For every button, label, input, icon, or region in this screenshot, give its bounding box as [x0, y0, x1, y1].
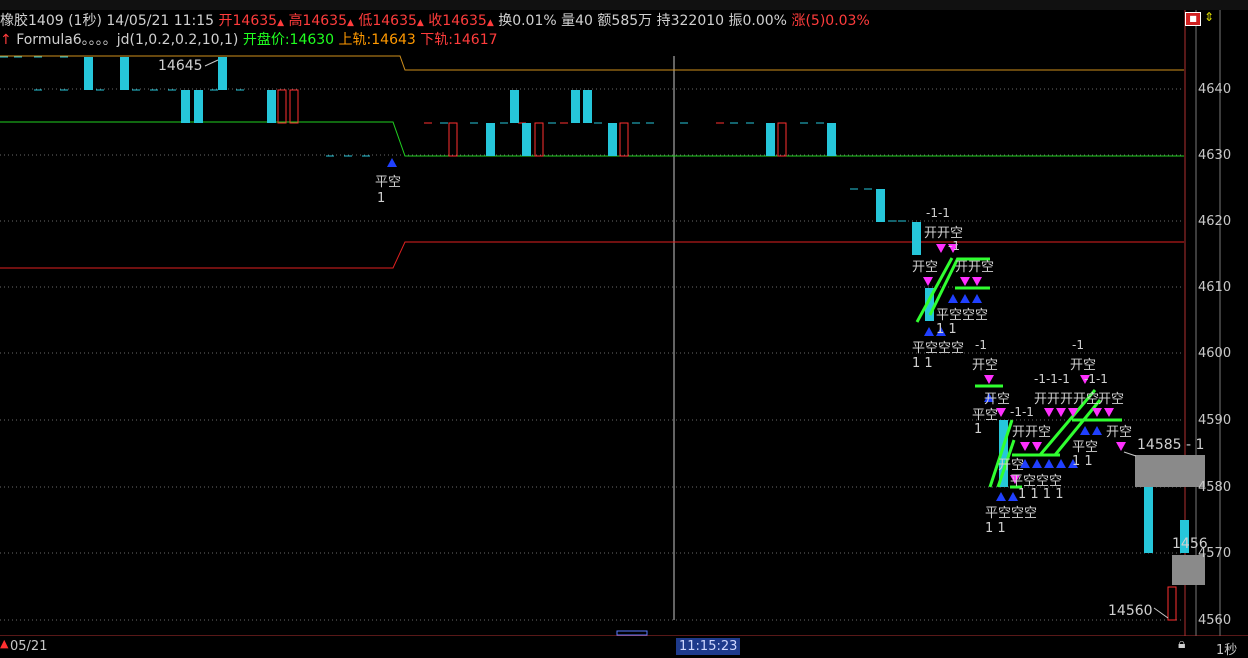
- price-gridlines: [0, 88, 1184, 621]
- date-label: 05/21: [10, 639, 48, 654]
- close-short-markers: [387, 158, 1102, 501]
- close-short-label: 平空: [375, 175, 402, 190]
- signal-qty: -1-1: [926, 206, 950, 220]
- signal-qty: 1 1: [1072, 454, 1093, 469]
- close-short-label: 平空: [972, 408, 999, 423]
- time-axis: [0, 636, 1248, 655]
- kline-chart[interactable]: [0, 0, 1248, 655]
- partial-price-marker: 1456: [1172, 536, 1208, 552]
- marker-leader: [204, 59, 219, 67]
- signal-qty: -1-1-1: [1034, 372, 1070, 386]
- open-short-label: 开空: [1106, 425, 1133, 440]
- crosshair-time-label: 11:15:23: [676, 638, 741, 655]
- price-tick: 4640: [1198, 82, 1232, 97]
- signal-qty: -1: [1072, 338, 1084, 352]
- high-price-marker: 14645: [158, 58, 203, 74]
- signal-qty: 1: [377, 191, 386, 206]
- close-short-label: 平空空空: [936, 308, 989, 323]
- low-price-marker: 14560: [1108, 603, 1153, 619]
- period-label[interactable]: 1秒: [1216, 639, 1237, 658]
- signal-qty: -1: [975, 338, 987, 352]
- signal-qty: -1-1: [1010, 405, 1034, 419]
- up-candles: [277, 89, 1177, 621]
- open-short-label: 开空: [1098, 392, 1125, 407]
- open-short-label: 开开开开空: [1034, 392, 1100, 407]
- lock-icon[interactable]: 🔒︎: [1178, 636, 1185, 652]
- scale-toggle-icon[interactable]: ⇕: [1204, 10, 1214, 24]
- mid-band-line: [0, 121, 1184, 157]
- price-tick: 4580: [1198, 480, 1232, 495]
- price-zone-box: [1135, 455, 1205, 487]
- price-tick: 4560: [1198, 613, 1232, 628]
- signal-qty: 1 1: [985, 521, 1006, 536]
- price-tick: 4600: [1198, 346, 1232, 361]
- open-short-label: 开空: [912, 260, 939, 275]
- signal-qty: 1 1 1 1: [1018, 487, 1064, 502]
- price-tick: 4610: [1198, 280, 1232, 295]
- signal-qty: 1 1: [912, 356, 933, 371]
- lower-band-line: [0, 241, 1184, 269]
- last-price-marker: 14585 - 1: [1137, 437, 1205, 453]
- open-short-label: 开空: [1070, 358, 1097, 373]
- signal-qty: -1-1: [1084, 372, 1108, 386]
- marker-leader: [1123, 451, 1137, 457]
- signal-qty: 1: [974, 422, 983, 437]
- price-tick: 4630: [1198, 148, 1232, 163]
- marker-leader: [1153, 607, 1169, 619]
- close-short-label: 平空空空: [985, 506, 1038, 521]
- signal-qty: -1: [948, 239, 960, 253]
- settings-icon[interactable]: ■: [1185, 12, 1201, 26]
- date-arrow-icon: ▲: [0, 637, 9, 650]
- open-short-label: 开开空: [1012, 425, 1052, 440]
- open-short-label: 开空: [972, 358, 999, 373]
- open-short-label: 开开空: [955, 260, 995, 275]
- close-short-label: 平空空空: [912, 341, 965, 356]
- price-tick: 4620: [1198, 214, 1232, 229]
- signal-qty: 1 1: [936, 322, 957, 337]
- close-short-label: 平空: [1072, 440, 1099, 455]
- scroll-thumb[interactable]: [616, 630, 648, 636]
- price-tick: 4590: [1198, 413, 1232, 428]
